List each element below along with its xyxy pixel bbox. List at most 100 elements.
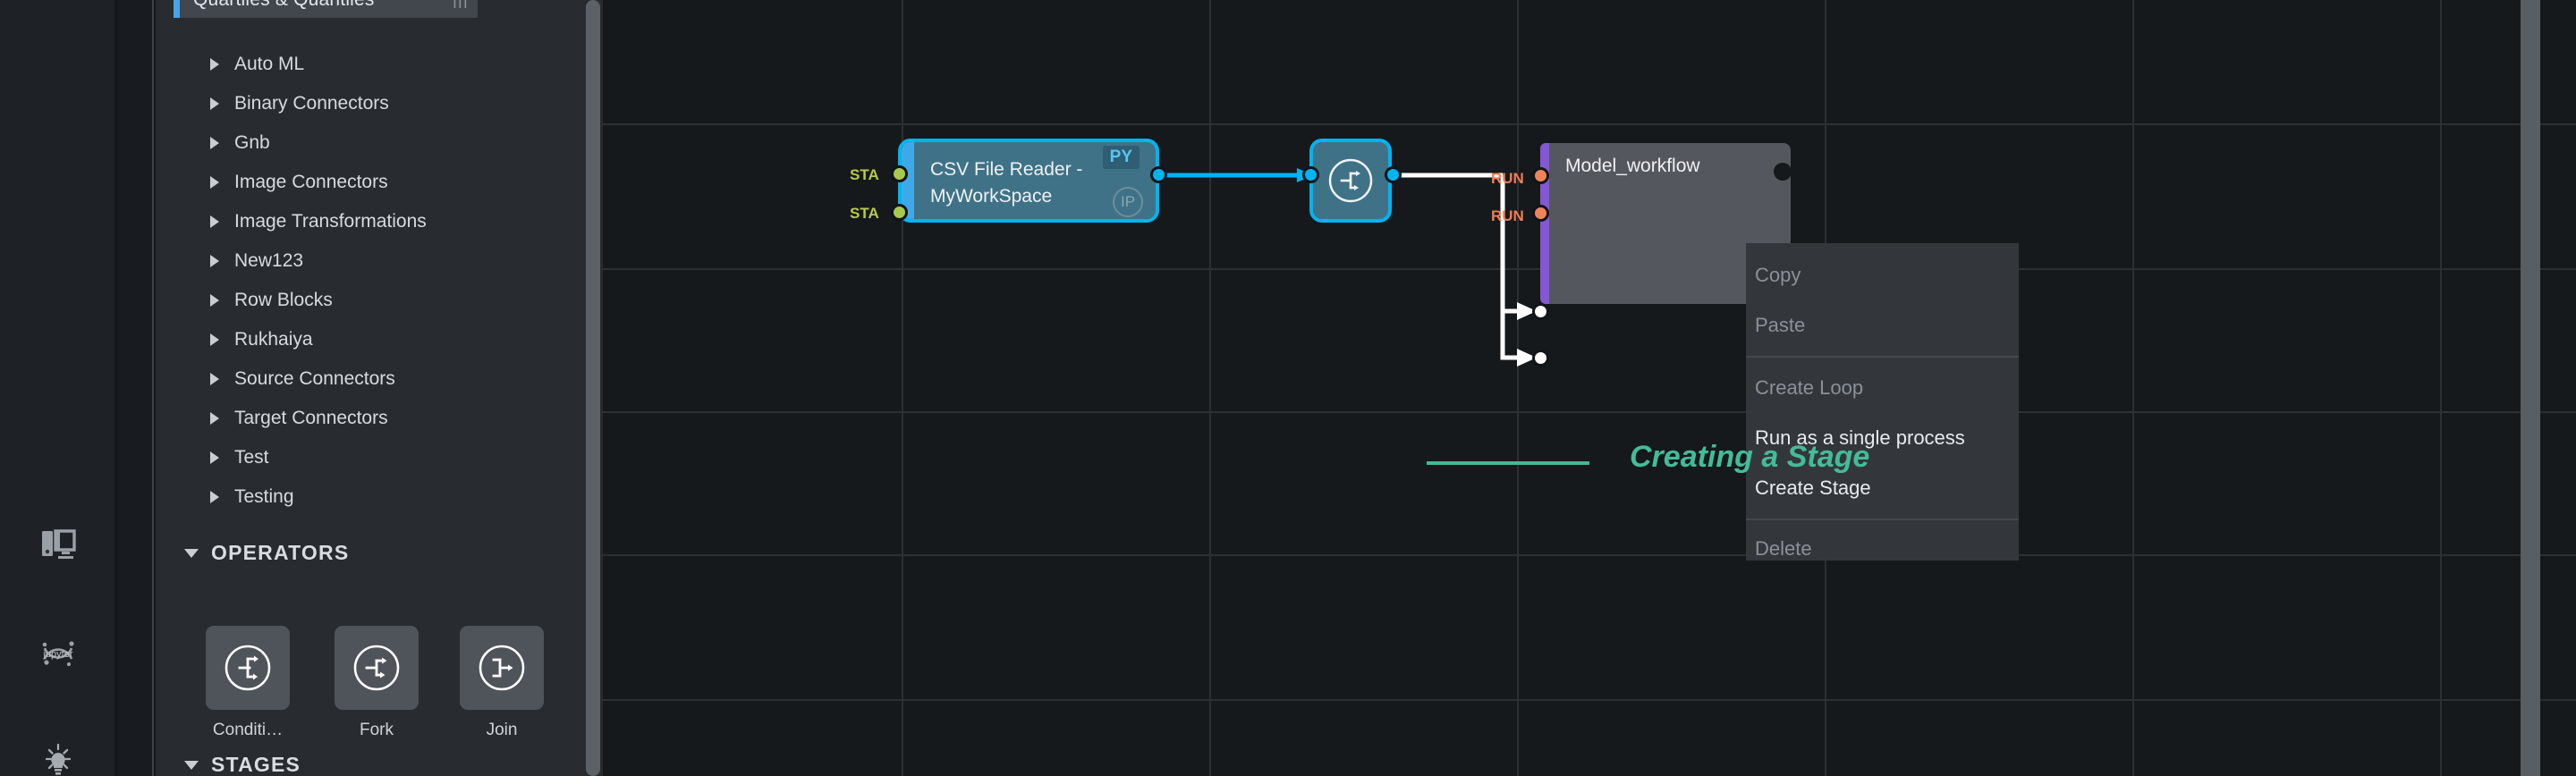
sidebar-item-source-connectors[interactable]: Source Connectors — [156, 359, 583, 399]
chevron-right-icon[interactable] — [208, 174, 224, 190]
chevron-right-icon[interactable] — [208, 56, 224, 72]
operator-label: Join — [486, 721, 518, 739]
chevron-right-icon[interactable] — [208, 332, 224, 348]
fork-operator-icon — [1328, 158, 1373, 203]
sidebar-item-target-connectors[interactable]: Target Connectors — [156, 399, 583, 438]
sidebar-item-label: Gnb — [234, 132, 270, 153]
chevron-down-icon[interactable] — [184, 757, 199, 772]
rail-divider — [118, 0, 154, 776]
canvas-scrollbar[interactable] — [2521, 0, 2540, 776]
context-menu-item-copy[interactable]: Copy — [1746, 250, 2019, 300]
node-input-port-data[interactable] — [1302, 166, 1319, 183]
application-root: jupyter Q — [0, 0, 2576, 776]
left-icon-rail: jupyter — [0, 0, 116, 776]
operator-join[interactable]: Join — [460, 626, 544, 740]
node-output-port-data[interactable] — [1774, 163, 1792, 181]
menu-item-label: Create Loop — [1755, 376, 1864, 399]
sidebar-item-row-blocks[interactable]: Row Blocks — [156, 281, 583, 320]
context-menu-item-delete[interactable]: Delete — [1746, 524, 2019, 574]
sidebar-item-label: Row Blocks — [234, 290, 333, 310]
join-operator-icon — [460, 626, 544, 710]
menu-item-label: Create Stage — [1755, 477, 1871, 499]
sidebar-item-label: Image Transformations — [234, 211, 427, 232]
sidebar-item-image-transformations[interactable]: Image Transformations — [156, 202, 583, 241]
sidebar-item-testing[interactable]: Testing — [156, 477, 583, 517]
section-header-stages[interactable]: STAGES — [156, 746, 583, 776]
context-menu[interactable]: Copy Paste Create Loop Run as a single p… — [1746, 243, 2019, 561]
annotation-label: Creating a Stage — [1630, 440, 1870, 474]
annotation-leader-line — [1427, 461, 1589, 465]
sidebar-item-new123[interactable]: New123 — [156, 241, 583, 281]
port-label-status: STA — [850, 166, 879, 183]
chevron-right-icon[interactable] — [208, 96, 224, 112]
workspace-monitor-icon[interactable] — [0, 514, 116, 577]
conditional-operator-icon — [206, 626, 290, 710]
chevron-right-icon[interactable] — [208, 371, 224, 387]
operator-fork[interactable]: Fork — [335, 626, 419, 740]
sidebar-item-label: Auto ML — [234, 54, 305, 74]
menu-item-label: Delete — [1755, 537, 1812, 560]
node-input-port-status[interactable] — [891, 204, 908, 221]
sidebar-item-label: Image Connectors — [234, 172, 388, 192]
node-input-port-status[interactable] — [891, 165, 908, 182]
sidebar-item-test[interactable]: Test — [156, 438, 583, 477]
python-badge: PY — [1102, 146, 1140, 169]
sidebar-scrollbar[interactable] — [583, 0, 603, 776]
sidebar-item-gnb[interactable]: Gnb — [156, 123, 583, 163]
chevron-right-icon[interactable] — [208, 450, 224, 466]
selection-accent-bar — [174, 0, 180, 18]
port-label-status: STA — [850, 205, 879, 222]
sidebar-item-label: Rukhaiya — [234, 329, 313, 350]
sidebar-item-image-connectors[interactable]: Image Connectors — [156, 163, 583, 202]
menu-separator — [1746, 356, 2019, 358]
node-title: Model_workflow — [1565, 156, 1700, 176]
sidebar-item-label: Testing — [234, 486, 294, 507]
section-title: STAGES — [211, 752, 301, 776]
sidebar-item-rukhaiya[interactable]: Rukhaiya — [156, 320, 583, 359]
tree-item-selected[interactable]: Quartiles & Quantiles ||| — [174, 0, 478, 18]
chevron-right-icon[interactable] — [208, 489, 224, 505]
port-label-run: RUN — [1491, 207, 1524, 224]
node-fork-operator[interactable] — [1309, 139, 1392, 223]
chevron-right-icon[interactable] — [208, 253, 224, 269]
operators-grid: Conditi… Fork Join — [156, 626, 583, 760]
chevron-right-icon[interactable] — [208, 292, 224, 308]
chevron-down-icon[interactable] — [184, 545, 199, 560]
node-output-port-data[interactable] — [1150, 166, 1167, 183]
section-header-operators[interactable]: OPERATORS — [156, 535, 583, 570]
node-title: CSV File Reader - MyWorkSpace — [930, 159, 1083, 207]
context-menu-item-create-loop[interactable]: Create Loop — [1746, 363, 2019, 413]
chevron-right-icon[interactable] — [208, 410, 224, 426]
node-output-port-data[interactable] — [1385, 166, 1402, 183]
fork-operator-icon — [335, 626, 419, 710]
node-input-port-run[interactable] — [1532, 205, 1549, 222]
node-input-port-run[interactable] — [1532, 167, 1549, 184]
chevron-right-icon[interactable] — [208, 214, 224, 230]
node-input-port-data[interactable] — [1532, 303, 1549, 320]
canvas-scrollbar-thumb[interactable] — [2521, 0, 2540, 776]
node-input-port-data[interactable] — [1532, 350, 1549, 367]
svg-text:jupyter: jupyter — [42, 649, 72, 660]
sidebar-item-binary-connectors[interactable]: Binary Connectors — [156, 84, 583, 123]
section-title: OPERATORS — [211, 540, 350, 564]
drag-grip-icon[interactable]: ||| — [453, 0, 469, 10]
sidebar-scrollbar-thumb[interactable] — [586, 0, 600, 776]
operator-conditional[interactable]: Conditi… — [206, 626, 290, 740]
sidebar-item-label: Source Connectors — [234, 368, 395, 389]
sidebar-item-label: Binary Connectors — [234, 93, 389, 114]
chevron-right-icon[interactable] — [208, 135, 224, 151]
sidebar-item-label: Test — [234, 447, 269, 468]
jupyter-icon[interactable]: jupyter — [0, 621, 116, 684]
menu-separator — [1746, 519, 2019, 520]
node-csv-file-reader[interactable]: CSV File Reader - MyWorkSpace PY IP — [898, 139, 1159, 223]
workflow-canvas[interactable]: CSV File Reader - MyWorkSpace PY IP STA … — [603, 0, 2576, 776]
operator-label: Conditi… — [212, 721, 284, 739]
lightbulb-icon[interactable] — [0, 729, 116, 776]
sidebar-item-auto-ml[interactable]: Auto ML — [156, 45, 583, 84]
component-sidebar: Quartiles & Quantiles ||| Auto ML Binary… — [156, 0, 583, 776]
context-menu-item-paste[interactable]: Paste — [1746, 300, 2019, 350]
connection-wires — [1159, 168, 1537, 367]
operator-label: Fork — [360, 721, 394, 739]
tree-item-label: Quartiles & Quantiles — [193, 0, 375, 11]
menu-item-label: Paste — [1755, 314, 1806, 336]
